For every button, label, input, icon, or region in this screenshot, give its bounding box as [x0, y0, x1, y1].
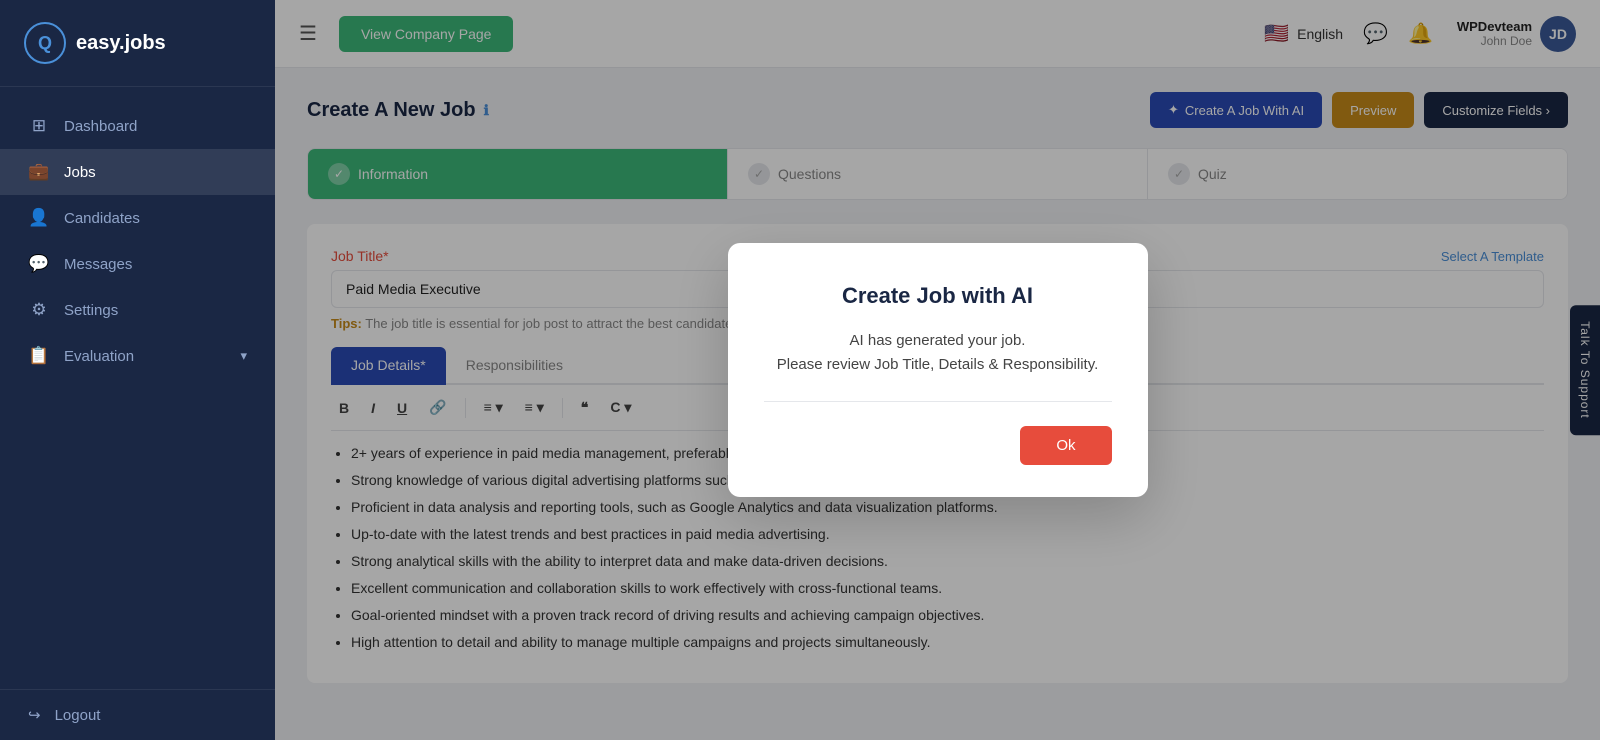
sidebar-item-label: Dashboard	[64, 118, 137, 135]
create-job-ai-modal: Create Job with AI AI has generated your…	[728, 243, 1148, 497]
sidebar-item-label: Settings	[64, 302, 118, 319]
logout-icon: ↪	[28, 706, 41, 724]
modal-overlay: Create Job with AI AI has generated your…	[275, 0, 1600, 740]
sidebar-item-label: Candidates	[64, 210, 140, 227]
sidebar-nav: ⊞ Dashboard 💼 Jobs 👤 Candidates 💬 Messag…	[0, 87, 275, 689]
jobs-icon: 💼	[28, 162, 50, 182]
evaluation-icon: 📋	[28, 346, 50, 366]
sidebar-item-messages[interactable]: 💬 Messages	[0, 241, 275, 287]
modal-body: AI has generated your job. Please review…	[764, 329, 1112, 377]
sidebar-item-dashboard[interactable]: ⊞ Dashboard	[0, 103, 275, 149]
sidebar-logo: Q easy.jobs	[0, 0, 275, 87]
messages-icon: 💬	[28, 254, 50, 274]
main-content: ☰ View Company Page 🇺🇸 English 💬 🔔 WPDev…	[275, 0, 1600, 740]
logout-label: Logout	[55, 707, 101, 724]
modal-body-line2: Please review Job Title, Details & Respo…	[764, 353, 1112, 377]
logo-icon: Q	[24, 22, 66, 64]
logo-text: easy.jobs	[76, 32, 166, 55]
modal-body-line1: AI has generated your job.	[764, 329, 1112, 353]
sidebar-item-label: Evaluation	[64, 348, 134, 365]
sidebar-item-evaluation[interactable]: 📋 Evaluation ▾	[0, 333, 275, 379]
dashboard-icon: ⊞	[28, 116, 50, 136]
modal-actions: Ok	[764, 426, 1112, 465]
settings-icon: ⚙	[28, 300, 50, 320]
sidebar-item-jobs[interactable]: 💼 Jobs	[0, 149, 275, 195]
modal-divider	[764, 401, 1112, 402]
modal-title: Create Job with AI	[764, 283, 1112, 309]
logout-item[interactable]: ↪ Logout	[0, 689, 275, 740]
chevron-down-icon: ▾	[240, 348, 247, 364]
sidebar-item-label: Messages	[64, 256, 132, 273]
sidebar: Q easy.jobs ⊞ Dashboard 💼 Jobs 👤 Candida…	[0, 0, 275, 740]
candidates-icon: 👤	[28, 208, 50, 228]
sidebar-item-label: Jobs	[64, 164, 96, 181]
sidebar-item-settings[interactable]: ⚙ Settings	[0, 287, 275, 333]
sidebar-item-candidates[interactable]: 👤 Candidates	[0, 195, 275, 241]
ok-button[interactable]: Ok	[1020, 426, 1111, 465]
